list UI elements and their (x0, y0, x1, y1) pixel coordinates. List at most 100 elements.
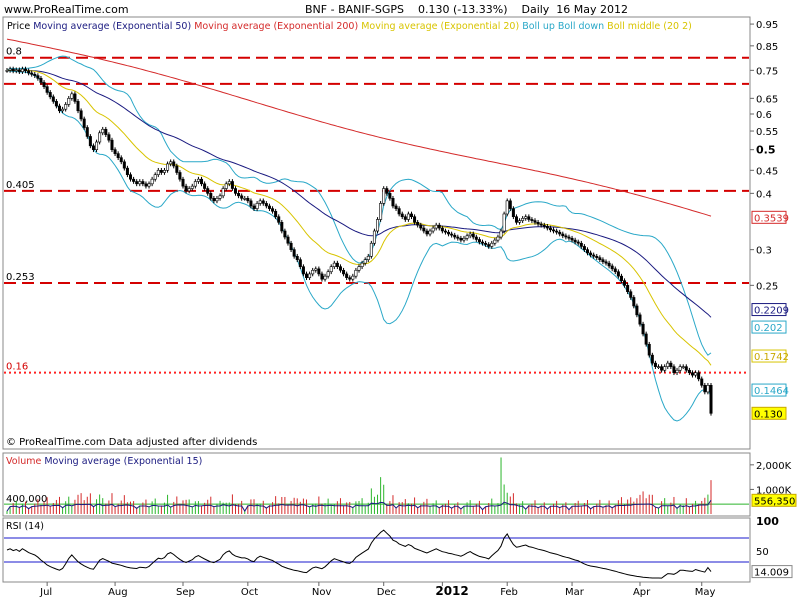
candle-body (406, 213, 410, 220)
candle-body (632, 297, 636, 307)
candle-body (481, 241, 485, 244)
candle-body (150, 178, 154, 185)
candle-body (61, 108, 65, 112)
candle-body (474, 236, 478, 240)
candle-body (335, 262, 339, 267)
candle-body (122, 161, 126, 169)
price-tick-label: 0.75 (756, 66, 778, 77)
candle-body (357, 266, 361, 271)
chart-svg: 0.8 0.405 0.253 0.16 400,000 0.95 0.85 0.75 0.… (2, 3, 797, 598)
candle-body (397, 208, 401, 215)
candle-body (30, 72, 34, 75)
candle-body (73, 93, 77, 102)
rsi-tick-label: 50 (756, 547, 769, 558)
candle-body (264, 203, 268, 207)
candle-body (8, 68, 12, 71)
candle-body (527, 216, 531, 220)
candle-body (88, 136, 92, 147)
candle-body (558, 231, 562, 235)
candle-body (243, 198, 247, 200)
candle-body (67, 98, 71, 105)
level-label: 0.253 (6, 272, 35, 283)
candle-body (552, 229, 556, 232)
candle-body (110, 139, 114, 150)
candle-body (33, 73, 37, 76)
candle-body (453, 234, 457, 238)
candle-body (425, 230, 429, 235)
candle-body (647, 343, 651, 356)
candle-body (125, 167, 129, 176)
x-tick-label: Jul (39, 587, 52, 598)
candle-body (292, 249, 296, 257)
candle-body (403, 216, 407, 220)
candle-body (422, 227, 426, 232)
candle-body (95, 141, 99, 150)
candle-body (166, 163, 170, 171)
candle-body (416, 222, 420, 226)
candle-body (706, 385, 710, 393)
x-tick-label: May (695, 587, 716, 598)
volume-value-label: 556,350 (754, 496, 795, 507)
candle-body (400, 213, 404, 218)
candle-body (437, 224, 441, 229)
candle-body (274, 210, 278, 218)
candle-body (91, 145, 95, 150)
candle-body (623, 280, 627, 286)
candle-body (345, 273, 349, 278)
x-tick-label: Oct (241, 587, 258, 598)
candle-body (267, 205, 271, 209)
legend-item: Boll up Boll down (519, 21, 604, 32)
candle-body (530, 219, 534, 221)
candle-body (295, 255, 299, 260)
site-label: www.ProRealTime.com (4, 3, 129, 16)
value-box-label: 0.202 (754, 323, 783, 334)
x-tick-label: Dec (377, 587, 396, 598)
candle-body (638, 314, 642, 325)
candle-body (51, 96, 55, 102)
candle-body (20, 68, 24, 72)
candle-body (521, 218, 525, 221)
price-tick-label: 0.55 (756, 127, 778, 138)
candle-body (221, 188, 225, 197)
level-label: 0.8 (6, 47, 22, 58)
candle-body (604, 261, 608, 264)
candle-body (496, 236, 500, 241)
candle-body (332, 262, 336, 267)
candle-body (298, 259, 302, 267)
candle-body (326, 271, 330, 277)
candle-body (203, 183, 207, 189)
candle-body (206, 188, 210, 194)
candle-body (592, 254, 596, 257)
candle-body (490, 242, 494, 247)
candle-body (626, 285, 630, 292)
candle-body (484, 242, 488, 245)
candle-body (619, 275, 623, 281)
candle-body (338, 266, 342, 271)
candle-body (391, 198, 395, 207)
legend-item: Moving average (Exponential 50) (30, 21, 191, 32)
candle-body (663, 366, 667, 371)
candle-body (443, 230, 447, 233)
candle-body (85, 127, 89, 137)
candle-body (576, 241, 580, 244)
candle-body (351, 275, 355, 280)
candle-body (308, 273, 312, 278)
candle-body (261, 200, 265, 204)
candle-body (255, 203, 259, 209)
x-tick-label: Feb (500, 587, 518, 598)
chart-window: 0.8 0.405 0.253 0.16 400,000 0.95 0.85 0.75 0.… (0, 0, 800, 600)
candle-body (607, 262, 611, 267)
candle-body (317, 268, 321, 275)
candle-body (17, 69, 21, 72)
candle-body (697, 372, 701, 380)
x-tick-label: Mar (565, 587, 585, 598)
candle-body (502, 213, 506, 232)
candle-body (24, 68, 28, 72)
candle-body (116, 153, 120, 158)
candle-body (456, 236, 460, 239)
candle-body (585, 249, 589, 254)
candle-body (141, 181, 145, 185)
candle-body (709, 385, 713, 414)
candle-body (511, 208, 515, 218)
candle-body (233, 188, 237, 194)
